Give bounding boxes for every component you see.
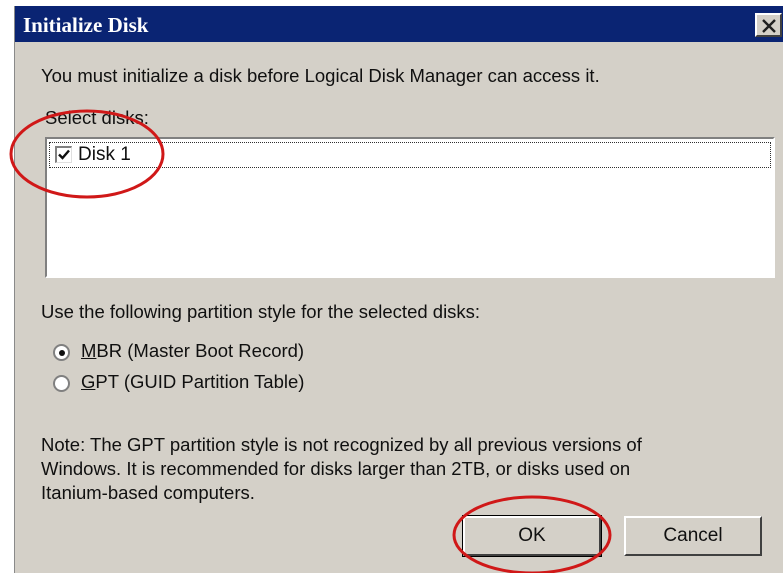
radio-mbr-button[interactable] <box>53 344 70 361</box>
cancel-button[interactable]: Cancel <box>624 516 762 556</box>
checkmark-icon <box>58 149 70 160</box>
radio-mbr-label[interactable]: MBR (Master Boot Record) <box>81 340 304 362</box>
note-line-2: Windows. It is recommended for disks lar… <box>41 458 631 479</box>
disk-label: Disk 1 <box>78 144 131 165</box>
select-disks-label: Select disks: <box>45 107 149 128</box>
radio-gpt-button[interactable] <box>53 375 70 392</box>
initialize-disk-dialog: Initialize Disk You must initialize a di… <box>14 6 783 573</box>
intro-text: You must initialize a disk before Logica… <box>41 65 600 86</box>
close-icon <box>762 19 776 33</box>
close-button[interactable] <box>755 13 782 37</box>
list-item[interactable]: Disk 1 <box>49 142 771 168</box>
note-line-1: Note: The GPT partition style is not rec… <box>41 434 642 455</box>
partition-style-label: Use the following partition style for th… <box>41 301 481 322</box>
note-line-3: Itanium-based computers. <box>41 482 255 503</box>
radio-dot <box>59 350 65 356</box>
radio-gpt-label[interactable]: GPT (GUID Partition Table) <box>81 371 304 393</box>
ok-button[interactable]: OK <box>462 515 602 557</box>
disk-list[interactable]: Disk 1 <box>45 137 775 278</box>
disk-checkbox[interactable] <box>55 146 72 163</box>
dialog-title: Initialize Disk <box>23 13 149 37</box>
title-bar[interactable]: Initialize Disk <box>15 6 783 42</box>
